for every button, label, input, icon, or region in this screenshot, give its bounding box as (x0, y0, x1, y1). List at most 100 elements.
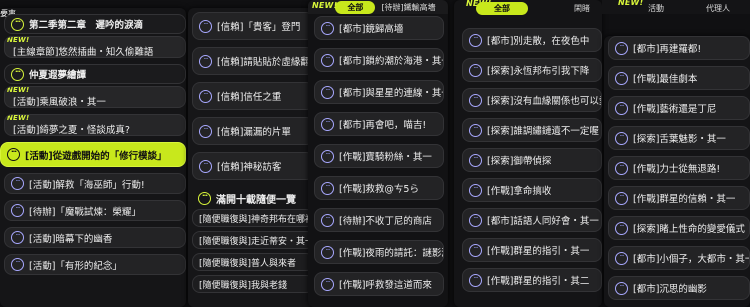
quest-title: [探索]睹上性命的變愛儀式 (633, 224, 745, 235)
quest-item[interactable]: [信賴]神秘訪客 (192, 152, 314, 180)
quest-status-icon (11, 204, 24, 217)
quest-item[interactable]: [都市]再建羅都! (608, 36, 750, 60)
quest-item-selected[interactable]: [活動]從遊戲開始的「修行模談」 (0, 142, 186, 167)
quest-status-icon (11, 231, 24, 244)
quest-item[interactable]: [作戰]群星的指引・其二 (462, 268, 602, 292)
quest-status-icon (469, 153, 482, 167)
quest-title: [信賴]神秘訪客 (217, 162, 282, 173)
quest-item[interactable]: [探索]睹上性命的變愛儀式 (608, 216, 750, 240)
quest-item[interactable]: [探索]誰調繡鏈遺不一定喔 (462, 118, 602, 142)
new-badge: NEW! (618, 0, 644, 7)
quest-panel-city: NEW! 全部 [待辦]鐵輸高墻 [都市]鏡歸高墻 [都市]鎖約潮於海港・其一 [都… (308, 0, 448, 307)
quest-item[interactable]: [探索]沒有血緣關係也可以愛 (462, 88, 602, 112)
quest-item[interactable]: [作戰]呼救發這道而來 (314, 272, 444, 296)
quest-title: [活動]暗幕下的幽香 (29, 233, 113, 245)
quest-subitem[interactable]: [隨便職復與]普人與來者 (192, 253, 314, 271)
quest-status-icon (11, 67, 24, 81)
quest-item[interactable]: [都市]鎖約潮於海港・其一 (314, 48, 444, 72)
quest-item[interactable]: [活動]暗幕下的幽香 (4, 227, 186, 248)
quest-title: [信賴]請貼貼於虛緣翻資 (217, 57, 313, 68)
tab-events[interactable]: 活動 (648, 3, 664, 14)
quest-status-icon (7, 148, 20, 161)
quest-item[interactable]: [活動]「有形的紀念」 (4, 254, 186, 275)
quest-status-icon (321, 53, 334, 67)
quest-status-icon (199, 54, 212, 68)
quest-item[interactable]: [作戰]力士從無退路! (608, 156, 750, 180)
quest-item[interactable]: [探索]御帶偵探 (462, 148, 602, 172)
quest-item[interactable]: [都市]話語人同好會・其一 (462, 208, 602, 232)
quest-subitem[interactable]: [隨便職復與]我與老錢 (192, 275, 314, 293)
quest-group-header[interactable]: 仲夏遐夢繪譚 (4, 64, 186, 84)
quest-status-icon (469, 243, 482, 257)
quest-status-icon (321, 85, 334, 99)
quest-item[interactable]: [作戰]寶騎粉絲・其一 (314, 144, 444, 168)
quest-item[interactable]: [作戰]拿命搞收 (462, 178, 602, 202)
quest-item[interactable]: [探索]舌葉魅影・其一 (608, 126, 750, 150)
quest-status-icon (615, 101, 628, 115)
quest-title: [作戰]呼救發這道而來 (339, 280, 432, 291)
quest-title: [作戰]最佳劇本 (633, 74, 698, 85)
quest-item[interactable]: NEW! [活動]乘風破浪・其一 (4, 86, 186, 108)
tabbar-col4: NEW! 全部 閑睹 (454, 0, 602, 15)
quest-item[interactable]: [活動]解救「海巫師」行動! (4, 173, 186, 194)
quest-item[interactable]: [都市]與星星的連線・其一 (314, 80, 444, 104)
quest-title: [探索]御帶偵探 (487, 156, 552, 167)
quest-status-icon (199, 89, 212, 103)
quest-group-header[interactable]: 第二季第二章 遲吟的淚滴 (4, 14, 186, 34)
tab-agents[interactable]: 代理人 (706, 3, 730, 14)
quest-item[interactable]: NEW! [主線章節]悠然插曲・知久偷難語 (4, 36, 186, 58)
quest-title: [探索]誰調繡鏈遺不一定喔 (487, 126, 599, 137)
quest-title: [活動]綺夢之夏・怪談成真? (13, 124, 130, 136)
quest-item[interactable]: [信賴]「貴客」登門 (192, 12, 314, 40)
quest-title: [活動]「有形的紀念」 (29, 260, 122, 272)
quest-item[interactable]: [探索]永恆邦布引我下降 (462, 58, 602, 82)
quest-item[interactable]: [都市]沉思的幽影 (608, 276, 750, 300)
quest-item[interactable]: [待辦]不收丁尼的商店 (314, 208, 444, 232)
quest-status-icon (469, 63, 482, 77)
quest-title: [信賴]漏漏的片單 (217, 127, 291, 138)
quest-title: [都市]話語人同好會・其一 (487, 216, 599, 227)
quest-item[interactable]: [信賴]漏漏的片單 (192, 117, 314, 145)
quest-item[interactable]: [信賴]請貼貼於虛緣翻資 (192, 47, 314, 75)
quest-title: [作戰]拿命搞收 (487, 186, 552, 197)
quest-panel-explore: NEW! 全部 閑睹 [都市]別走散，在夜色中 [探索]永恆邦布引我下降 [探索]沒… (454, 0, 602, 307)
quest-title: [活動]乘風破浪・其一 (13, 96, 106, 108)
tab-idle[interactable]: 閑睹 (574, 3, 590, 14)
tab-all[interactable]: 全部 (335, 0, 376, 14)
quest-item[interactable]: [都市]小個子，大都市・其一 (608, 246, 750, 270)
quest-item[interactable]: [作戰]藝術還是丁尼 (608, 96, 750, 120)
quest-item[interactable]: [都市]別走散，在夜色中 (462, 28, 602, 52)
quest-group-title[interactable]: 滿開十載隨便一覽 (192, 187, 314, 209)
quest-status-icon (469, 33, 482, 47)
quest-panel-agents: [都市]再建羅都! [作戰]最佳劇本 [作戰]藝術還是丁尼 [探索]舌葉魅影・其一 [作… (604, 36, 750, 307)
quest-item[interactable]: [作戰]群星的指引・其一 (462, 238, 602, 262)
quest-title: [都市]再建羅都! (633, 44, 702, 55)
quest-subitem[interactable]: [隨便職復與]走近蒂安・其一 (192, 231, 314, 249)
quest-item[interactable]: NEW! [活動]綺夢之夏・怪談成真? (4, 114, 186, 136)
quest-title: [探索]沒有血緣關係也可以愛 (487, 96, 601, 107)
quest-title: 滿開十載隨便一覽 (216, 194, 296, 206)
quest-item[interactable]: [都市]鏡歸高墻 (314, 16, 444, 40)
quest-list-collage: 要事 第二季第二章 遲吟的淚滴NEW![主線章節]悠然插曲・知久偷難語仲夏遐夢繪… (0, 0, 750, 307)
quest-title: [都市]小個子，大都市・其一 (633, 254, 749, 265)
quest-panel-trust: [信賴]「貴客」登門 [信賴]請貼貼於虛緣翻資 [信賴]信任之重 [信賴]漏漏的片單 [… (188, 8, 314, 307)
quest-item[interactable]: [信賴]信任之重 (192, 82, 314, 110)
new-badge: NEW! (312, 0, 338, 10)
quest-title: [活動]從遊戲開始的「修行模談」 (25, 150, 167, 162)
quest-title: [活動]解救「海巫師」行動! (29, 179, 145, 191)
quest-item[interactable]: [都市]再會吧，喵吉! (314, 112, 444, 136)
quest-item[interactable]: [作戰]救救@ㄘ5ら (314, 176, 444, 200)
quest-status-icon (321, 245, 334, 259)
quest-title: [作戰]群星的信賴・其一 (633, 194, 736, 205)
quest-subitem[interactable]: [隨便職復與]神奇邦布在哪裡 (192, 209, 314, 227)
quest-item[interactable]: [待辦]「魔戰試煉：榮耀」 (4, 200, 186, 221)
quest-item[interactable]: [作戰]夜雨的請託：謎影潮猶 (314, 240, 444, 264)
quest-title: 第二季第二章 遲吟的淚滴 (29, 20, 144, 31)
quest-status-icon (615, 191, 628, 205)
quest-status-icon (615, 161, 628, 175)
quest-item[interactable]: [作戰]群星的信賴・其一 (608, 186, 750, 210)
quest-item[interactable]: [作戰]最佳劇本 (608, 66, 750, 90)
quest-title: [隨便職復與]普人與來者 (199, 258, 297, 269)
quest-status-icon (198, 191, 211, 205)
tab-all[interactable]: 全部 (476, 2, 528, 15)
